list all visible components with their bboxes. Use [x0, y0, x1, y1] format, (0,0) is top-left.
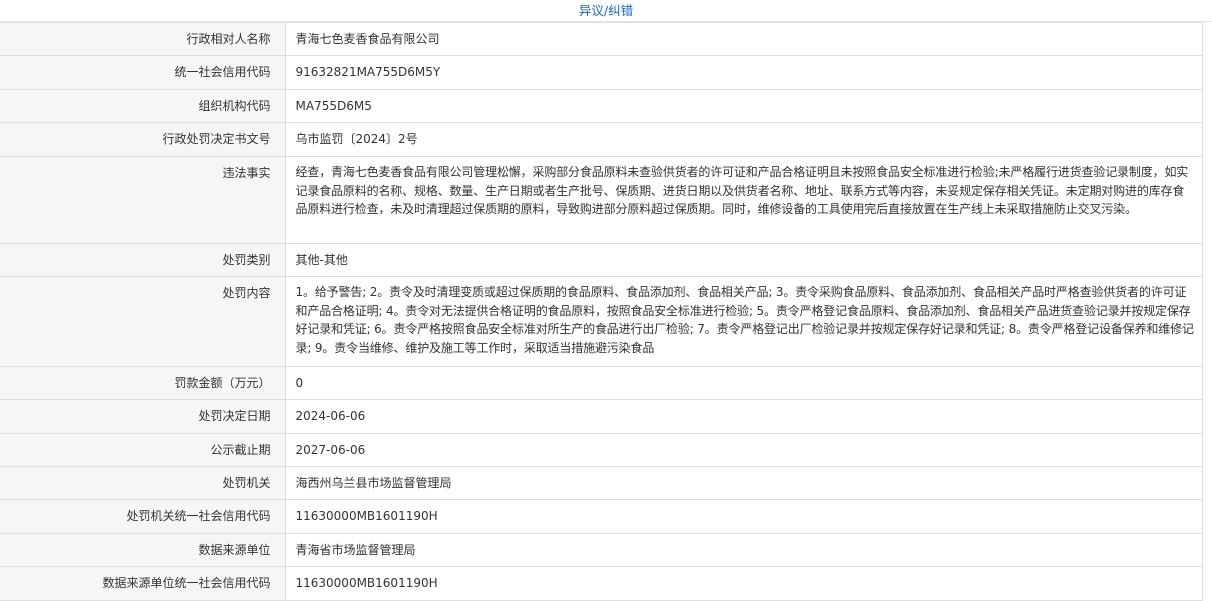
row-value: 经查，青海七色麦香食品有限公司管理松懈，采购部分食品原料未查验供货者的许可证和产…: [285, 156, 1203, 244]
row-value: 其他-其他: [285, 243, 1203, 277]
row-label: 违法事实: [0, 156, 286, 244]
row-label: 处罚内容: [0, 276, 286, 367]
row-label: 处罚决定日期: [0, 399, 286, 434]
row-value: 2027-06-06: [285, 433, 1203, 467]
row-value: 青海省市场监督管理局: [285, 533, 1203, 567]
row-label: 处罚机关: [0, 466, 286, 500]
row-label: 数据来源单位统一社会信用代码: [0, 566, 286, 601]
table-row: 处罚决定日期 2024-06-06: [0, 399, 1203, 434]
row-label: 统一社会信用代码: [0, 55, 286, 90]
row-value: 91632821MA755D6M5Y: [285, 55, 1203, 90]
row-label: 罚款金额（万元）: [0, 366, 286, 400]
top-link-bar: 异议/纠错: [0, 0, 1212, 22]
table-row: 统一社会信用代码 91632821MA755D6M5Y: [0, 55, 1203, 90]
row-label: 公示截止期: [0, 433, 286, 467]
table-row: 数据来源单位 青海省市场监督管理局: [0, 533, 1203, 567]
table-row: 数据来源单位统一社会信用代码 11630000MB1601190H: [0, 566, 1203, 601]
penalty-info-table: 行政相对人名称 青海七色麦香食品有限公司 统一社会信用代码 91632821MA…: [0, 22, 1203, 601]
table-row: 行政相对人名称 青海七色麦香食品有限公司: [0, 22, 1203, 56]
row-value: 1。给予警告; 2。责令及时清理变质或超过保质期的食品原料、食品添加剂、食品相关…: [285, 276, 1203, 367]
row-value: MA755D6M5: [285, 89, 1203, 123]
row-value: 2024-06-06: [285, 399, 1203, 434]
table-row: 处罚机关 海西州乌兰县市场监督管理局: [0, 466, 1203, 500]
row-label: 处罚类别: [0, 243, 286, 277]
table-row: 罚款金额（万元） 0: [0, 366, 1203, 400]
row-label: 数据来源单位: [0, 533, 286, 567]
table-row: 处罚类别 其他-其他: [0, 243, 1203, 277]
row-value: 11630000MB1601190H: [285, 499, 1203, 534]
row-value: 11630000MB1601190H: [285, 566, 1203, 601]
row-label: 行政处罚决定书文号: [0, 122, 286, 157]
row-value: 0: [285, 366, 1203, 400]
row-label: 处罚机关统一社会信用代码: [0, 499, 286, 534]
table-row: 公示截止期 2027-06-06: [0, 433, 1203, 467]
table-row: 违法事实 经查，青海七色麦香食品有限公司管理松懈，采购部分食品原料未查验供货者的…: [0, 156, 1203, 244]
row-value: 青海七色麦香食品有限公司: [285, 22, 1203, 56]
row-value: 乌市监罚〔2024〕2号: [285, 122, 1203, 157]
table-row: 组织机构代码 MA755D6M5: [0, 89, 1203, 123]
objection-correction-link[interactable]: 异议/纠错: [579, 3, 633, 18]
row-label: 组织机构代码: [0, 89, 286, 123]
row-label: 行政相对人名称: [0, 22, 286, 56]
table-row: 行政处罚决定书文号 乌市监罚〔2024〕2号: [0, 122, 1203, 157]
table-row: 处罚内容 1。给予警告; 2。责令及时清理变质或超过保质期的食品原料、食品添加剂…: [0, 276, 1203, 367]
table-row: 处罚机关统一社会信用代码 11630000MB1601190H: [0, 499, 1203, 534]
row-value: 海西州乌兰县市场监督管理局: [285, 466, 1203, 500]
